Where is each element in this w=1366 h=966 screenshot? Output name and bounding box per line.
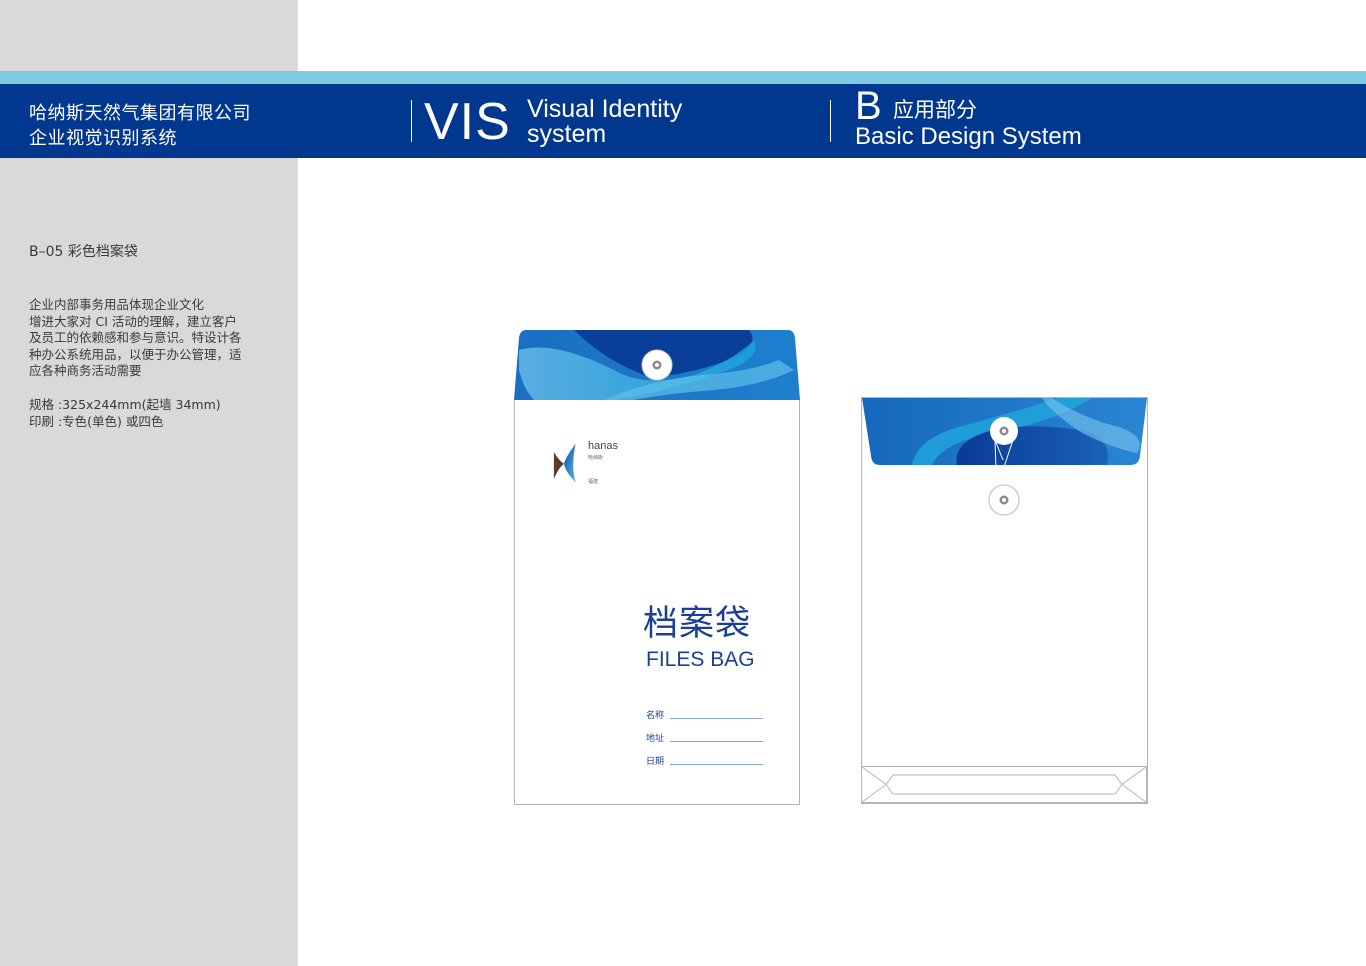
company-title: 哈纳斯天然气集团有限公司 企业视觉识别系统 <box>29 101 251 151</box>
description-line: 应各种商务活动需要 <box>29 363 142 379</box>
field-name: 名称 <box>646 708 766 722</box>
section-name-en: Basic Design System <box>855 123 1082 150</box>
description-line: 增进大家对 CI 活动的理解，建立客户 <box>29 313 237 329</box>
bag-title-cn: 档案袋 <box>643 604 752 644</box>
section-letter: B <box>855 84 882 128</box>
section-title: B–05 彩色档案袋 <box>29 244 138 260</box>
field-date: 日期 <box>646 754 766 768</box>
header-band: 哈纳斯天然气集团有限公司 企业视觉识别系统 VIS Visual Identit… <box>0 84 1366 158</box>
description-line: 及员工的依赖感和参与意识。特设计各 <box>29 330 242 346</box>
field-label: 名称 <box>646 711 665 721</box>
bag-title-en: FILES BAG <box>646 648 755 671</box>
spec-block: 规格 :325x244mm(起墙 34mm) 印刷 :专色(单色) 或四色 <box>29 397 221 430</box>
hanas-logo-icon <box>553 443 576 483</box>
header-accent-stripe <box>0 71 1366 84</box>
string-button-icon <box>988 484 1020 516</box>
section-description: 企业内部事务用品体现企业文化 增进大家对 CI 活动的理解，建立客户 及员工的依… <box>29 297 279 380</box>
logo-cn: 哈纳斯 <box>588 455 604 461</box>
vis-line-2: system <box>527 120 607 148</box>
field-line <box>670 741 763 742</box>
string-button-icon <box>990 417 1018 470</box>
vis-full-name: Visual Identity system <box>527 97 682 147</box>
company-name: 哈纳斯天然气集团有限公司 <box>29 103 251 124</box>
field-label: 日期 <box>646 757 665 767</box>
envelope-front: hanas 哈纳斯 福建 档案袋 FILES BAG 名称 地址 日期 <box>514 330 800 805</box>
system-name: 企业视觉识别系统 <box>29 128 177 149</box>
field-label: 地址 <box>646 734 665 744</box>
description-line: 企业内部事务用品体现企业文化 <box>29 297 205 312</box>
description-line: 种办公系统用品，以便于办公管理，适 <box>29 346 242 362</box>
field-line <box>670 764 763 765</box>
vis-line-1: Visual Identity <box>527 95 683 123</box>
field-line <box>670 718 763 719</box>
vis-abbreviation: VIS <box>424 93 511 151</box>
envelope-gusset <box>861 766 1147 803</box>
header-divider <box>411 100 412 142</box>
spec-print: 印刷 :专色(单色) 或四色 <box>29 413 164 429</box>
logo-wordmark: hanas <box>588 440 618 452</box>
header-divider <box>830 100 831 142</box>
envelope-back <box>861 397 1148 805</box>
field-address: 地址 <box>646 731 766 745</box>
logo-subtext: 福建 <box>588 479 599 485</box>
spec-size: 规格 :325x244mm(起墙 34mm) <box>29 397 221 412</box>
string-button-icon <box>641 349 673 381</box>
section-name-cn: 应用部分 <box>893 98 977 122</box>
